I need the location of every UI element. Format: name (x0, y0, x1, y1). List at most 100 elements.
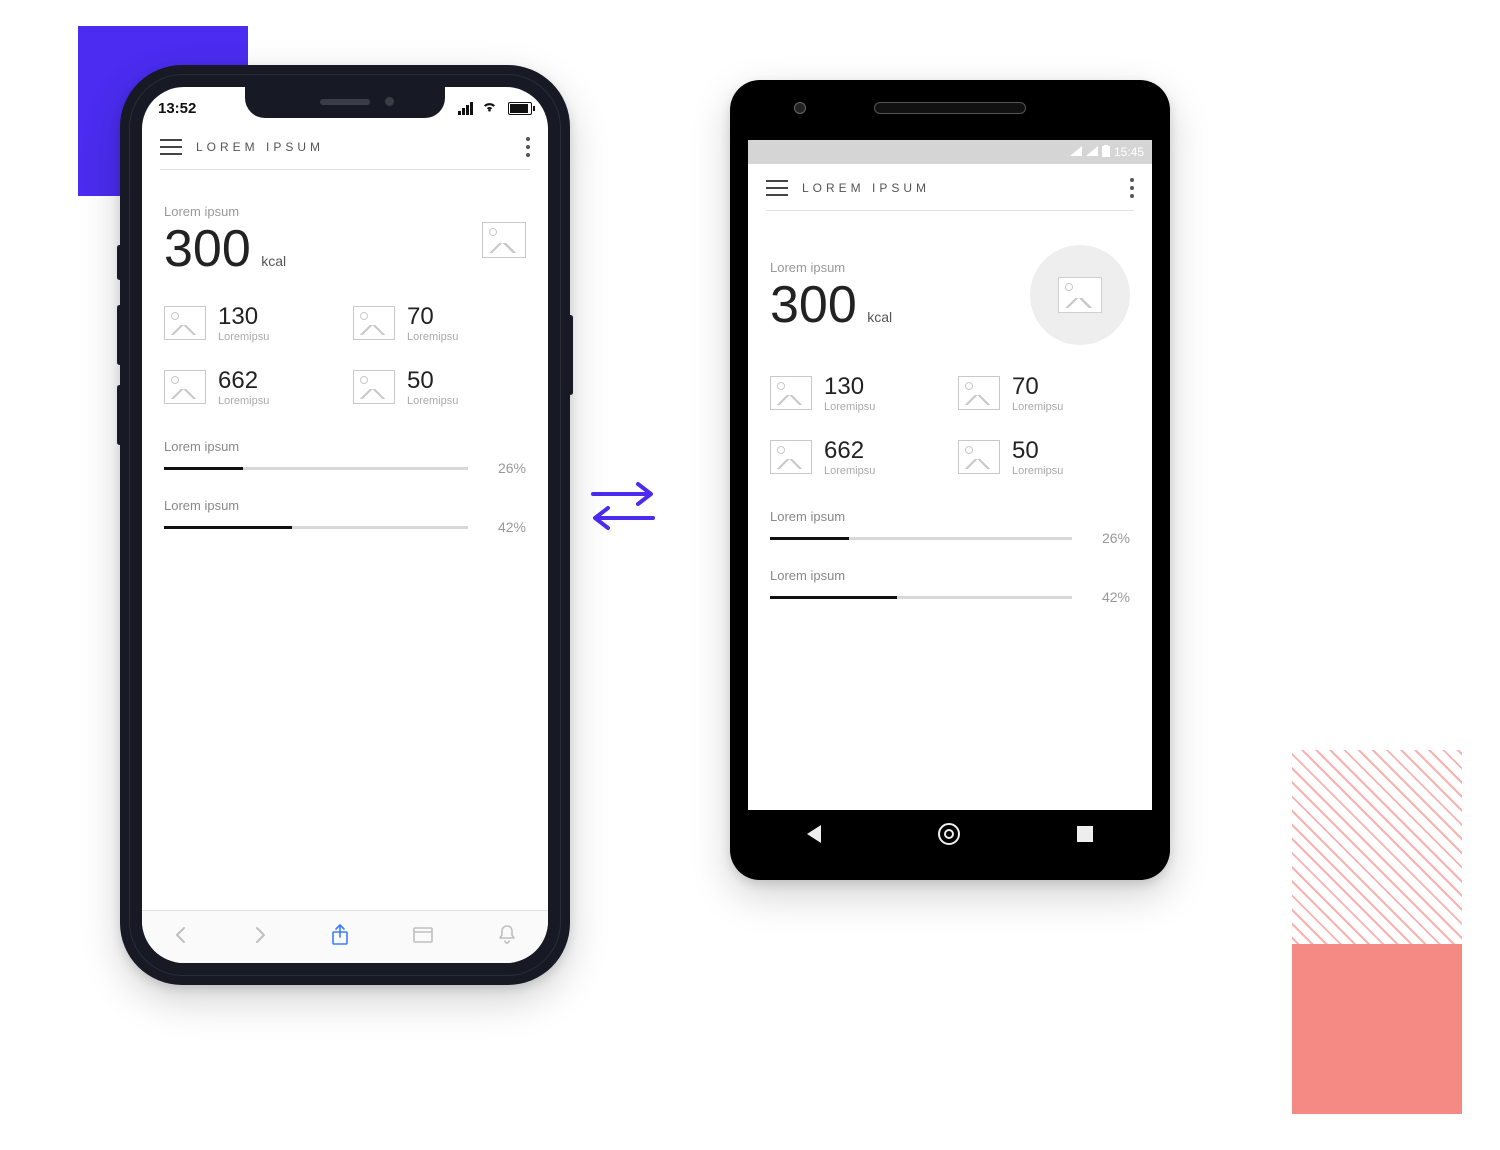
stat-label: Loremipsu (407, 395, 458, 407)
image-placeholder-icon (164, 370, 206, 404)
iphone-notch (245, 87, 445, 118)
progress-item: Lorem ipsum 26% (748, 495, 1152, 554)
share-icon[interactable] (330, 923, 350, 952)
hero-section: Lorem ipsum 300 kcal (748, 221, 1152, 363)
battery-icon (1102, 145, 1110, 160)
hero-unit: kcal (867, 309, 892, 325)
image-placeholder-icon (353, 306, 395, 340)
sync-icon (575, 470, 671, 547)
stat-value: 70 (407, 303, 458, 331)
progress-percent: 42% (1090, 589, 1130, 605)
android-home-icon[interactable] (938, 823, 960, 845)
stat-label: Loremipsu (824, 465, 875, 477)
progress-label: Lorem ipsum (770, 568, 1130, 583)
stat-item: 70 Loremipsu (958, 373, 1130, 413)
wifi-icon (481, 100, 498, 117)
stat-item: 130 Loremipsu (770, 373, 942, 413)
stat-item: 130 Loremipsu (164, 303, 337, 343)
app-bar: LOREM IPSUM (748, 164, 1152, 210)
app-bar: LOREM IPSUM (142, 123, 548, 169)
image-placeholder-icon (958, 440, 1000, 474)
hero-section: Lorem ipsum 300 kcal (142, 180, 548, 293)
divider (766, 210, 1134, 211)
signal-icon (458, 102, 473, 115)
progress-label: Lorem ipsum (164, 439, 526, 454)
android-mockup: 15:45 LOREM IPSUM Lorem ipsum 300 kcal (730, 80, 1170, 880)
image-placeholder-icon (164, 306, 206, 340)
stat-value: 50 (1012, 437, 1063, 465)
bell-icon[interactable] (497, 924, 517, 951)
progress-label: Lorem ipsum (770, 509, 1130, 524)
iphone-mockup: 13:52 LOREM IPSUM Lorem ipsum (120, 65, 570, 985)
progress-track (770, 537, 1072, 540)
progress-label: Lorem ipsum (164, 498, 526, 513)
back-icon[interactable] (173, 925, 189, 950)
stat-item: 50 Loremipsu (958, 437, 1130, 477)
stat-value: 662 (824, 437, 875, 465)
stats-grid: 130 Loremipsu 70 Loremipsu 662 Loremip (142, 293, 548, 425)
progress-track (770, 596, 1072, 599)
decorative-square-red (1292, 944, 1462, 1114)
stat-value: 50 (407, 367, 458, 395)
stat-item: 70 Loremipsu (353, 303, 526, 343)
progress-item: Lorem ipsum 42% (748, 554, 1152, 613)
stat-label: Loremipsu (218, 331, 269, 343)
image-placeholder-icon (958, 376, 1000, 410)
android-signal-icon (1086, 145, 1098, 159)
hero-label: Lorem ipsum (770, 260, 892, 275)
android-recents-icon[interactable] (1077, 826, 1093, 842)
hamburger-icon[interactable] (160, 139, 182, 155)
app-title: LOREM IPSUM (196, 140, 324, 154)
android-earpiece (874, 102, 1026, 114)
progress-fill (164, 467, 243, 470)
android-back-icon[interactable] (807, 825, 821, 843)
hamburger-icon[interactable] (766, 180, 788, 196)
stat-label: Loremipsu (1012, 401, 1063, 413)
stat-label: Loremipsu (824, 401, 875, 413)
progress-percent: 42% (486, 519, 526, 535)
hero-unit: kcal (261, 253, 286, 269)
hero-value: 300 (770, 276, 857, 334)
progress-fill (164, 526, 292, 529)
android-camera (794, 102, 806, 114)
android-status-bar: 15:45 (748, 140, 1152, 164)
stat-item: 662 Loremipsu (770, 437, 942, 477)
progress-item: Lorem ipsum 26% (142, 425, 548, 484)
tabs-icon[interactable] (412, 925, 434, 950)
progress-track (164, 526, 468, 529)
stats-grid: 130 Loremipsu 70 Loremipsu 662 Loremip (748, 363, 1152, 495)
hero-image-circle (1030, 245, 1130, 345)
app-title: LOREM IPSUM (802, 181, 930, 195)
kebab-icon[interactable] (526, 137, 530, 157)
stat-item: 50 Loremipsu (353, 367, 526, 407)
progress-fill (770, 537, 849, 540)
forward-icon[interactable] (252, 925, 268, 950)
android-nav-bar (748, 812, 1152, 856)
divider (160, 169, 530, 170)
battery-icon (508, 102, 532, 115)
kebab-icon[interactable] (1130, 178, 1134, 198)
stat-label: Loremipsu (407, 331, 458, 343)
image-placeholder-icon (1058, 277, 1102, 313)
progress-fill (770, 596, 897, 599)
android-signal-icon (1070, 145, 1082, 159)
stat-value: 70 (1012, 373, 1063, 401)
stat-value: 130 (824, 373, 875, 401)
image-placeholder-icon (482, 222, 526, 258)
image-placeholder-icon (770, 376, 812, 410)
ios-browser-bar (142, 910, 548, 963)
progress-percent: 26% (1090, 530, 1130, 546)
android-time: 15:45 (1114, 145, 1144, 159)
stat-value: 662 (218, 367, 269, 395)
hero-value: 300 (164, 220, 251, 278)
progress-item: Lorem ipsum 42% (142, 484, 548, 543)
progress-track (164, 467, 468, 470)
image-placeholder-icon (770, 440, 812, 474)
progress-percent: 26% (486, 460, 526, 476)
image-placeholder-icon (353, 370, 395, 404)
stat-value: 130 (218, 303, 269, 331)
stat-item: 662 Loremipsu (164, 367, 337, 407)
ios-time: 13:52 (158, 100, 196, 117)
hero-label: Lorem ipsum (164, 204, 286, 219)
stat-label: Loremipsu (1012, 465, 1063, 477)
